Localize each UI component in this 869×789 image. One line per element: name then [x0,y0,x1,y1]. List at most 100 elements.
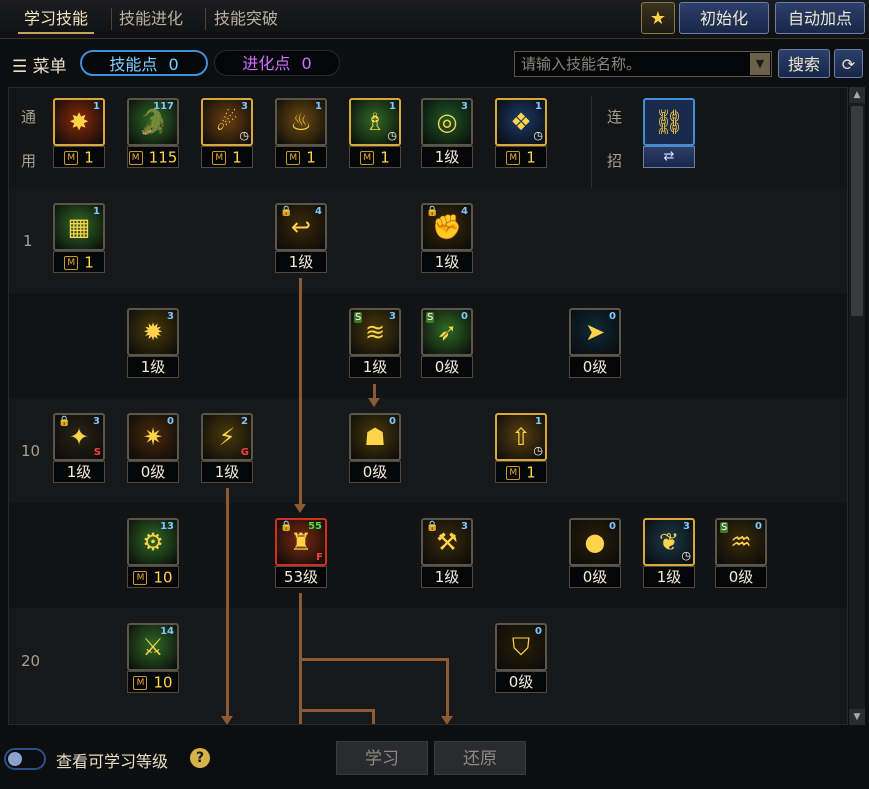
auto-allocate-button[interactable]: 自动加点 [775,2,865,34]
connector-arrow [221,716,233,724]
skill-slot[interactable]: ● 0 0级 [569,518,621,590]
skill-max-level: 55 [308,521,322,532]
skill-slot[interactable]: ☗ 0 0级 [349,413,401,485]
skill-icon-frame: ♗ 1 ◷ [349,98,401,146]
skill-icon-frame: ♨ 1 [275,98,327,146]
tab-skill-evolution[interactable]: 技能进化 [113,6,189,32]
scrollbar-thumb[interactable] [851,106,863,316]
skill-max-level: 3 [389,311,396,322]
skill-slot[interactable]: ♗ 1 ◷ M 1 [349,98,401,170]
skill-slot[interactable]: ☄ 3 ◷ M 1 [201,98,253,170]
connector-arrow [368,398,380,407]
skill-icon-frame: ⚙ 13 [127,518,179,566]
skill-max-level: 3 [167,311,174,322]
combo-skill-slot[interactable]: ⛓ ⇄ [643,98,695,170]
skill-icon-frame: ✹ 3 [127,308,179,356]
skill-icon-frame: ⚡ 2 G [201,413,253,461]
evolution-points-display: 进化点 0 [214,50,340,76]
skill-level: M1 [275,146,327,168]
search-button[interactable]: 搜索 [778,49,830,78]
scroll-up-icon[interactable]: ▲ [849,87,865,103]
skill-slot[interactable]: ♨ 1 M 1 [275,98,327,170]
skill-level: 0级 [349,461,401,483]
skill-icon-frame: ⇧ 1 ◷ [495,413,547,461]
skill-slot[interactable]: ✸ 1 M 1 [53,98,105,170]
skill-level: M1 [495,146,547,168]
skill-level-value: 1级 [140,358,166,376]
tab-skill-breakthrough[interactable]: 技能突破 [208,6,284,32]
master-badge-icon: M [128,150,143,165]
connector-arrow [441,716,453,724]
skill-slot[interactable]: ⛉ 0 0级 [495,623,547,695]
skill-slot[interactable]: ⇧ 1 ◷ M 1 [495,413,547,485]
skill-level: 1级 [421,566,473,588]
scroll-down-icon[interactable]: ▼ [849,709,865,725]
skill-slot[interactable]: ◎ 3 1级 [421,98,473,170]
learn-button[interactable]: 学习 [336,741,428,775]
connector-arrow [294,504,306,513]
skill-icon-frame: ▦ 1 [53,203,105,251]
skill-max-level: 0 [461,311,468,322]
initialize-button[interactable]: 初始化 [679,2,769,34]
skill-slot[interactable]: 🐊 117 M 115 [127,98,179,170]
skill-slot[interactable]: ✷ 0 0级 [127,413,179,485]
skill-slot[interactable]: ♒ 0 S 0级 [715,518,767,590]
skill-slot[interactable]: ✦ 3 🔒 S 1级 [53,413,105,485]
skill-slot[interactable]: ❖ 1 ◷ M 1 [495,98,547,170]
skill-search-input[interactable]: 请输入技能名称。 [514,51,772,77]
skill-max-level: 1 [315,101,322,112]
skill-level: 0级 [569,566,621,588]
skill-level-value: 0级 [582,568,608,586]
skill-slot[interactable]: ⚙ 13 M 10 [127,518,179,590]
skill-connector [299,709,375,712]
refresh-button[interactable]: ⟳ [834,49,863,78]
skill-slot[interactable]: ➶ 0 S 0级 [421,308,473,380]
restore-button[interactable]: 还原 [434,741,526,775]
menu-label: 菜单 [32,57,67,77]
skill-s-badge-icon: S [720,522,729,533]
skill-slot[interactable]: ↩ 4 🔒 1级 [275,203,327,275]
skill-slot[interactable]: ♜ 55 🔒 F 53级 [275,518,327,590]
combo-skill-icon-frame: ⛓ [643,98,695,146]
skill-level-value: 0级 [434,358,460,376]
skill-slot[interactable]: ⚔ 14 M 10 [127,623,179,695]
master-badge-icon: M [133,570,148,585]
skill-icon-frame: ≋ 3 S [349,308,401,356]
master-badge-icon: M [286,150,301,165]
master-badge-icon: M [64,150,79,165]
skill-connector [299,278,302,506]
skill-level: 53级 [275,566,327,588]
skill-level: M 10 [127,566,179,588]
menu-button[interactable]: ☰ 菜单 [12,52,67,77]
chain-link-icon: ⛓ [653,108,685,136]
skill-level: 1级 [349,356,401,378]
skill-slot[interactable]: ⚒ 3 🔒 1级 [421,518,473,590]
skill-level: M 115 [127,146,179,168]
tab-learn-skills[interactable]: 学习技能 [18,6,95,34]
lock-icon: 🔒 [280,521,293,532]
skill-level: M1 [53,146,105,168]
skill-level: 1级 [201,461,253,483]
hamburger-icon: ☰ [12,57,28,77]
skill-slot[interactable]: ▦ 1 M 1 [53,203,105,275]
skill-slot[interactable]: ✹ 3 1级 [127,308,179,380]
lock-icon: 🔒 [426,521,439,532]
skill-slot[interactable]: ❦ 3 ◷ 1级 [643,518,695,590]
skill-level-value: 1级 [362,358,388,376]
skill-max-level: 1 [535,416,542,427]
skill-slot[interactable]: ✊ 4 🔒 1级 [421,203,473,275]
skill-rank-button[interactable]: ★ [641,2,675,34]
skill-max-level: 3 [683,521,690,532]
skill-icon-frame: ↩ 4 🔒 [275,203,327,251]
skill-slot[interactable]: ≋ 3 S 1级 [349,308,401,380]
skill-s-badge-icon: S [426,312,435,323]
chevron-down-icon[interactable]: ▼ [750,53,770,75]
help-icon[interactable]: ? [190,748,210,768]
row-level-label: 10 [21,442,41,460]
skill-slot[interactable]: ➤ 0 0级 [569,308,621,380]
skill-slot[interactable]: ⚡ 2 G 1级 [201,413,253,485]
combo-swap-button[interactable]: ⇄ [643,146,695,168]
skill-level: 0级 [569,356,621,378]
skill-max-level: 0 [389,416,396,427]
master-badge-icon: M [212,150,227,165]
